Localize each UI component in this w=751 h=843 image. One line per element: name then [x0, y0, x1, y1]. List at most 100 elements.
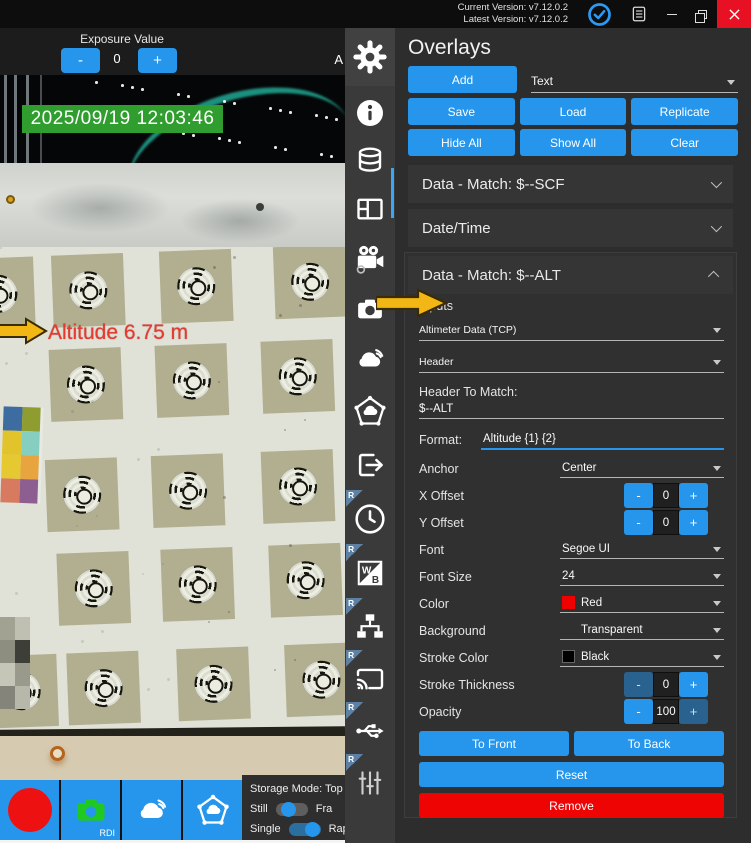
minimize-icon [667, 14, 677, 15]
snapshot-button[interactable]: RDI [61, 780, 120, 840]
input-source-dropdown[interactable]: Altimeter Data (TCP) [419, 319, 724, 341]
cloud-upload-button[interactable] [122, 780, 181, 840]
white-balance-icon[interactable]: R W B [345, 550, 395, 596]
restore-button[interactable] [687, 0, 717, 28]
calibration-target-tile [273, 247, 345, 319]
y-offset-stepper: - 0 + [624, 510, 708, 535]
adjustment-sliders-icon[interactable]: R [345, 760, 395, 806]
release-notes-icon[interactable] [630, 5, 648, 23]
calibration-target-tile [159, 249, 234, 324]
still-frame-toggle[interactable] [276, 803, 308, 816]
usb-icon[interactable]: R [345, 708, 395, 754]
show-all-button[interactable]: Show All [520, 129, 627, 156]
cast-screen-icon[interactable]: R [345, 656, 395, 702]
chevron-down-icon [713, 574, 721, 579]
font-size-dropdown[interactable]: 24 [560, 568, 724, 586]
color-dropdown[interactable]: Red [560, 594, 724, 613]
x-offset-decrease-button[interactable]: - [624, 483, 653, 508]
chevron-down-icon [711, 221, 722, 232]
anchor-dropdown[interactable]: Center [560, 460, 724, 478]
timer-clock-icon[interactable]: R [345, 496, 395, 542]
stroke-thickness-stepper: - 0 + [624, 672, 708, 697]
opacity-value[interactable]: 100 [653, 699, 679, 724]
to-back-button[interactable]: To Back [574, 731, 724, 756]
clear-button[interactable]: Clear [631, 129, 738, 156]
overlay-type-dropdown[interactable]: Text [531, 66, 738, 93]
y-offset-decrease-button[interactable]: - [624, 510, 653, 535]
record-icon [8, 788, 52, 832]
font-dropdown[interactable]: Segoe UI [560, 541, 724, 559]
stroke-color-label: Stroke Color [419, 651, 560, 665]
y-offset-value[interactable]: 0 [653, 510, 679, 535]
stroke-thickness-decrease-button[interactable]: - [624, 672, 653, 697]
pentagon-network-button[interactable] [183, 780, 242, 840]
x-offset-value[interactable]: 0 [653, 483, 679, 508]
chevron-down-icon [713, 328, 721, 333]
section-data-match-alt[interactable]: Data - Match: $--ALT [408, 256, 733, 294]
remove-button[interactable]: Remove [419, 793, 724, 818]
opacity-decrease-button[interactable]: - [624, 699, 653, 724]
application-window: Current Version: v7.12.0.2 Latest Versio… [0, 0, 751, 843]
svg-text:B: B [372, 575, 379, 586]
section-data-match-scf[interactable]: Data - Match: $--SCF [408, 165, 733, 203]
tank-floor [0, 736, 345, 780]
exposure-increase-button[interactable]: + [138, 48, 177, 73]
update-check-icon[interactable] [587, 2, 612, 27]
single-rapid-toggle[interactable] [289, 823, 321, 836]
video-camera-icon[interactable] [345, 236, 395, 282]
section-date-time[interactable]: Date/Time [408, 209, 733, 247]
add-button[interactable]: Add [408, 66, 517, 93]
stroke-thickness-increase-button[interactable]: + [679, 672, 708, 697]
calibration-target-tile [160, 547, 235, 622]
hide-all-button[interactable]: Hide All [408, 129, 515, 156]
format-input[interactable]: Altitude {1} {2} [481, 431, 724, 450]
exposure-decrease-button[interactable]: - [61, 48, 100, 73]
record-badge: R [346, 702, 363, 719]
title-bar: Current Version: v7.12.0.2 Latest Versio… [0, 0, 751, 28]
export-icon[interactable] [345, 442, 395, 488]
background-label: Background [419, 624, 560, 638]
altitude-pointer-arrow [0, 317, 48, 345]
font-size-label: Font Size [419, 570, 560, 584]
calibration-wall [0, 247, 345, 730]
background-dropdown[interactable]: Transparent [560, 622, 724, 640]
camera-panel: Exposure Value - 0 + A [0, 28, 345, 843]
calibration-target-tile [284, 642, 345, 717]
overlays-layout-icon[interactable] [345, 186, 395, 232]
y-offset-label: Y Offset [419, 516, 624, 530]
calibration-target-tile [66, 651, 141, 726]
pentagon-network-icon[interactable] [345, 388, 395, 434]
panel-title: Overlays [408, 36, 491, 60]
svg-text:W: W [362, 566, 372, 577]
replicate-button[interactable]: Replicate [631, 98, 738, 125]
minimize-button[interactable] [657, 0, 687, 28]
stroke-color-dropdown[interactable]: Black [560, 648, 724, 667]
chevron-down-icon [713, 655, 721, 660]
data-sources-icon[interactable] [345, 138, 395, 184]
record-button[interactable] [0, 780, 59, 840]
altitude-overlay: Altitude 6.75 m [48, 321, 188, 345]
record-badge: R [346, 650, 363, 667]
format-label: Format: [419, 433, 481, 447]
stroke-color-swatch [562, 650, 575, 663]
settings-gear-icon[interactable] [345, 28, 395, 86]
gray-checker-patch [0, 617, 30, 709]
exposure-value: 0 [104, 51, 130, 66]
load-button[interactable]: Load [520, 98, 627, 125]
info-icon[interactable] [345, 90, 395, 136]
to-front-button[interactable]: To Front [419, 731, 569, 756]
header-to-match-input[interactable]: $--ALT [419, 403, 724, 419]
close-button[interactable] [717, 0, 751, 28]
yellow-marker-dot [6, 195, 15, 204]
y-offset-increase-button[interactable]: + [679, 510, 708, 535]
opacity-increase-button[interactable]: + [679, 699, 708, 724]
reset-button[interactable]: Reset [419, 762, 724, 787]
version-info: Current Version: v7.12.0.2 Latest Versio… [458, 2, 568, 27]
stroke-thickness-value[interactable]: 0 [653, 672, 679, 697]
camera-live-view: 2025/09/19 12:03:46 Altitude 6.75 m [0, 75, 345, 780]
cloud-upload-icon[interactable] [345, 336, 395, 382]
network-devices-icon[interactable]: R [345, 604, 395, 650]
match-field-dropdown[interactable]: Header [419, 351, 724, 373]
save-button[interactable]: Save [408, 98, 515, 125]
x-offset-increase-button[interactable]: + [679, 483, 708, 508]
